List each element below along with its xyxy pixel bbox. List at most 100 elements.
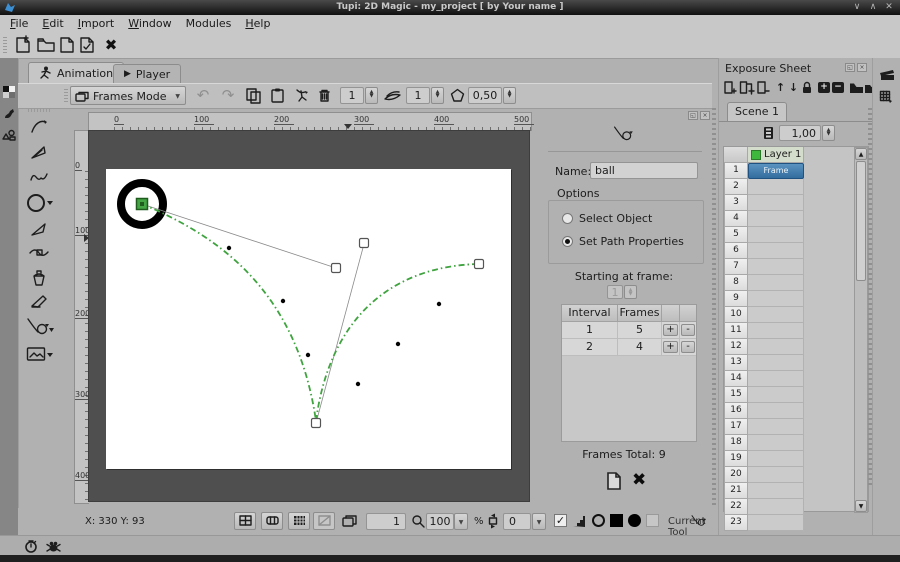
frame-cell[interactable] (748, 451, 804, 467)
apply-tween-button[interactable] (606, 471, 622, 491)
node-selection-tool[interactable] (28, 244, 50, 260)
undock-panel-icon[interactable]: ◱ (688, 111, 698, 120)
menu-file[interactable]: File (10, 15, 28, 32)
save-project-button[interactable] (58, 35, 78, 55)
frame-cell[interactable] (748, 307, 804, 323)
scroll-up-button[interactable]: ▲ (855, 148, 867, 160)
framerate-stepper[interactable]: ▲ ▼ (822, 125, 835, 141)
undock-exposure-icon[interactable]: ◱ (845, 63, 855, 72)
fill-tool[interactable] (29, 268, 49, 288)
frame-cell[interactable] (748, 195, 804, 211)
tween-tool[interactable] (25, 316, 55, 338)
frame-cell[interactable] (748, 211, 804, 227)
antialiasing-checkbox[interactable]: ✓ (554, 514, 567, 527)
render-quality-icon[interactable] (572, 515, 586, 527)
set-path-properties-radio[interactable] (562, 236, 573, 247)
frame-cell[interactable] (748, 371, 804, 387)
add-frame-to-interval-button[interactable]: + (663, 341, 678, 353)
opacity-field[interactable]: 0,50 (468, 87, 502, 104)
onion-prev-stepper[interactable]: ▲ ▼ (365, 87, 378, 104)
horizontal-ruler[interactable]: 0 100 200 300 400 500 (88, 112, 535, 131)
brush-shape-swatch[interactable] (628, 514, 641, 527)
minimize-button[interactable]: ∨ (850, 1, 864, 14)
frame-cell[interactable] (748, 467, 804, 483)
library-objects-icon[interactable] (2, 129, 16, 141)
line-tool[interactable] (29, 168, 49, 186)
panel-splitter[interactable] (712, 108, 716, 508)
titlebar[interactable]: Tupi: 2D Magic - my_project [ by Your na… (0, 0, 900, 16)
zoom-dropdown-arrow[interactable]: ▼ (454, 513, 468, 530)
eraser-tool[interactable] (29, 292, 49, 310)
close-window-button[interactable]: ✕ (882, 1, 896, 14)
drawing-canvas[interactable] (106, 169, 511, 469)
menu-import[interactable]: Import (78, 15, 115, 32)
add-frame-button[interactable] (723, 80, 738, 96)
starting-frame-field[interactable]: 1 (607, 285, 623, 299)
import-project-button[interactable] (78, 35, 98, 55)
scroll-thumb[interactable] (856, 161, 866, 281)
redo-button[interactable]: ↷ (218, 86, 238, 106)
frame-number-field[interactable]: 1 (366, 513, 406, 530)
add-layer-button[interactable]: + (818, 82, 830, 93)
copy-frame-button[interactable] (245, 87, 265, 107)
color-palette-icon[interactable] (3, 86, 15, 98)
frame-cell[interactable] (748, 483, 804, 499)
frame-cell[interactable] (748, 435, 804, 451)
frame-cell[interactable]: Frame (748, 163, 804, 179)
image-tool[interactable] (26, 346, 54, 364)
frame-cell[interactable] (748, 387, 804, 403)
exposure-dock-button[interactable] (879, 90, 894, 105)
shapes-tool[interactable] (26, 192, 54, 214)
close-project-button[interactable]: ✖ (101, 35, 121, 55)
pencil-tool[interactable] (29, 116, 49, 136)
rotation-dropdown-arrow[interactable]: ▼ (532, 513, 546, 530)
frames-cell[interactable]: 4 (618, 339, 662, 356)
edit-grid-button[interactable] (261, 512, 283, 530)
rotation-value-field[interactable]: 0 (503, 513, 531, 530)
layer-header-cell[interactable]: Layer 1 (748, 147, 804, 163)
frame-cell[interactable] (748, 403, 804, 419)
frame-cell[interactable] (748, 259, 804, 275)
tab-animation[interactable]: Animation (28, 62, 125, 83)
close-exposure-icon[interactable]: × (857, 63, 867, 72)
selection-tool[interactable] (29, 220, 49, 240)
debug-status-button[interactable] (46, 539, 61, 553)
show-grid-button[interactable] (234, 512, 256, 530)
cancel-tween-button[interactable]: ✖ (632, 470, 646, 490)
opacity-stepper[interactable]: ▲ ▼ (503, 87, 516, 104)
stroke-color-swatch[interactable] (592, 514, 605, 527)
select-object-radio[interactable] (562, 213, 573, 224)
move-frame-down-button[interactable]: ↓ (786, 80, 801, 96)
menu-window[interactable]: Window (128, 15, 171, 32)
remove-frame-from-interval-button[interactable]: - (681, 341, 695, 353)
frame-cell[interactable] (748, 355, 804, 371)
tab-player[interactable]: ▶ Player (113, 64, 182, 83)
select-frame-tool-button[interactable] (293, 87, 313, 107)
add-scene-button[interactable] (849, 80, 864, 96)
onion-frames-icon[interactable] (342, 514, 360, 528)
scroll-down-button[interactable]: ▼ (855, 500, 867, 512)
vertical-ruler[interactable]: 0 100 200 300 400 (74, 130, 93, 504)
add-frame-to-interval-button[interactable]: + (663, 324, 678, 336)
frame-cell[interactable] (748, 179, 804, 195)
frame-cell[interactable] (748, 243, 804, 259)
tween-name-input[interactable]: ball (590, 162, 698, 179)
options-drag-handle[interactable] (64, 89, 68, 103)
maximize-button[interactable]: ∧ (866, 1, 880, 14)
undo-button[interactable]: ↶ (193, 86, 213, 106)
close-panel-icon[interactable]: × (700, 111, 710, 120)
onion-prev-field[interactable]: 1 (340, 87, 364, 104)
lock-frame-button[interactable] (800, 80, 815, 96)
framerate-field[interactable]: 1,00 (779, 125, 821, 141)
onion-next-stepper[interactable]: ▲ ▼ (431, 87, 444, 104)
onion-next-field[interactable]: 1 (406, 87, 430, 104)
starting-frame-stepper[interactable]: ▲ ▼ (624, 285, 637, 299)
palette-drag-handle[interactable] (28, 108, 50, 112)
safe-area-button[interactable] (313, 512, 335, 530)
canvas-workspace[interactable] (88, 130, 530, 502)
remove-layer-button[interactable]: − (832, 82, 844, 93)
frame-cell[interactable] (748, 323, 804, 339)
full-grid-button[interactable] (288, 512, 310, 530)
paste-frame-button[interactable] (269, 87, 289, 107)
frame-cell[interactable] (748, 291, 804, 307)
